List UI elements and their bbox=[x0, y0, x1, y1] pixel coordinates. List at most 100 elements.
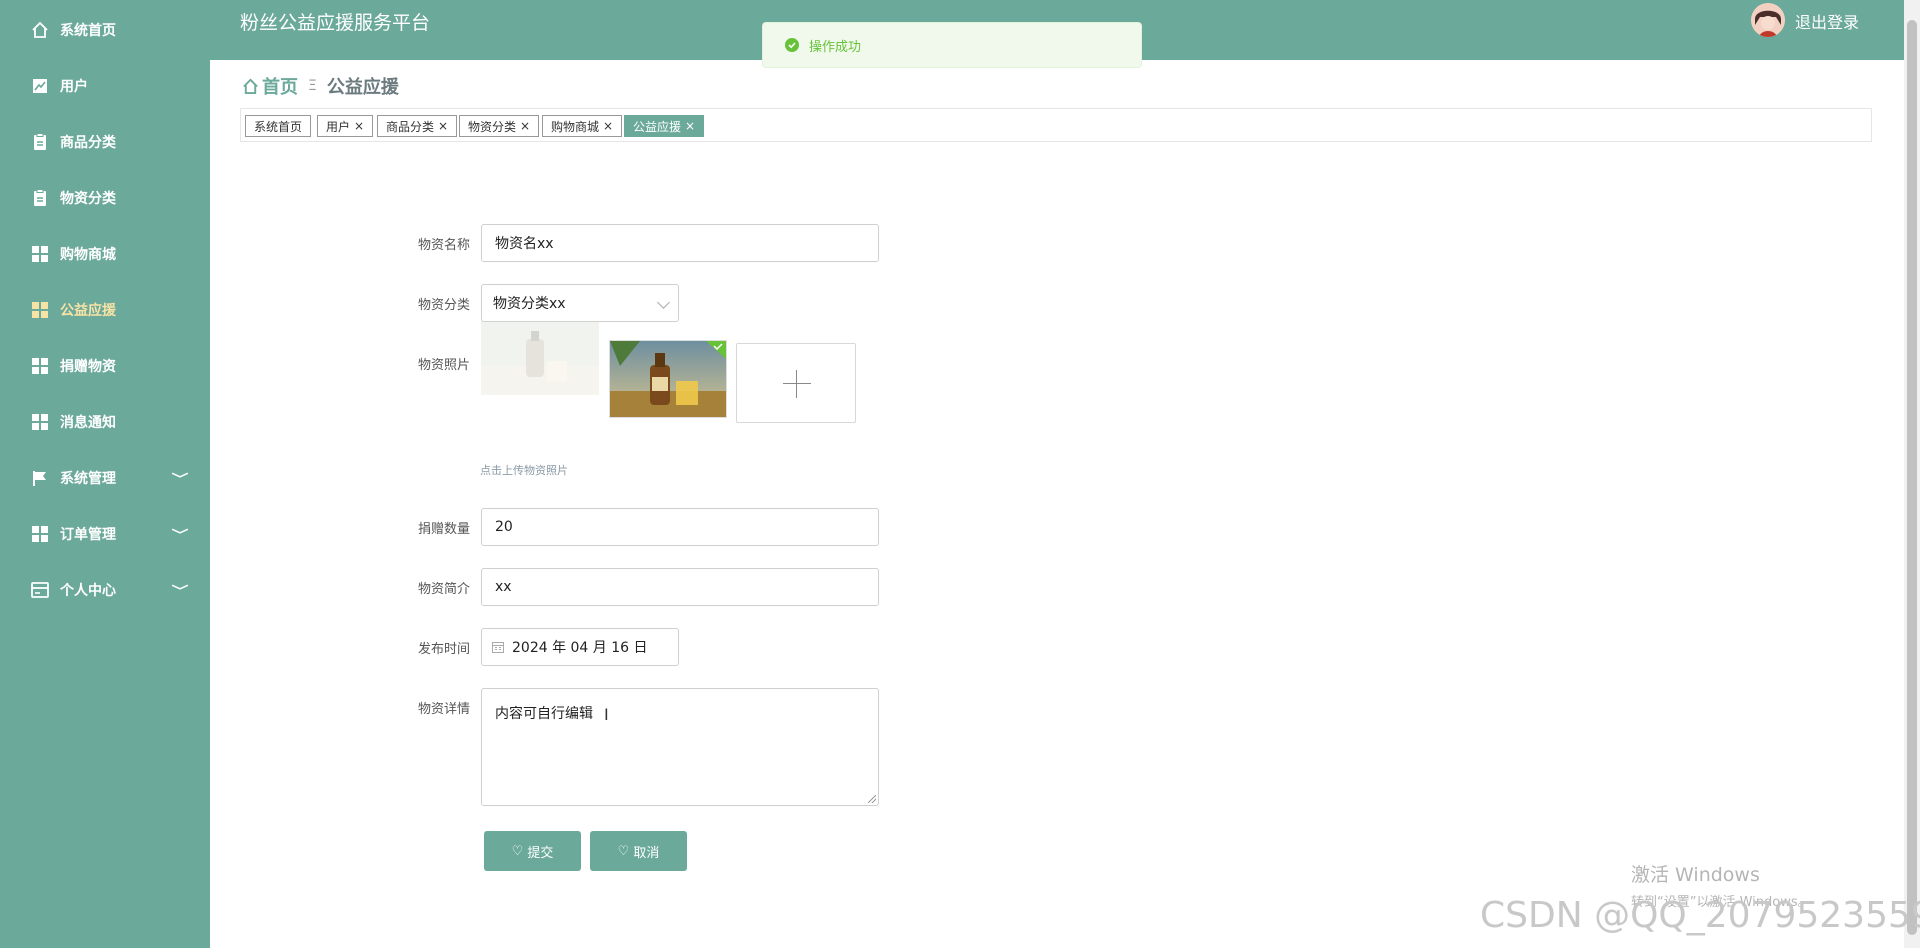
sidebar-item-personal-center[interactable]: 个人中心 ﹀ bbox=[0, 562, 210, 618]
chevron-down-icon: ﹀ bbox=[171, 527, 189, 542]
sidebar-item-donations[interactable]: 捐赠物资 bbox=[0, 338, 210, 394]
heart-icon: ♡ bbox=[511, 843, 524, 859]
grid-icon bbox=[30, 244, 50, 264]
resize-handle[interactable] bbox=[868, 795, 876, 803]
card-icon bbox=[30, 580, 50, 600]
sidebar-item-notifications[interactable]: 消息通知 bbox=[0, 394, 210, 450]
csdn-watermark: CSDN @QQ_2079523559 bbox=[1480, 895, 1920, 936]
tags-view-bar: 系统首页 用户 × 商品分类 × 物资分类 × 购物商城 × 公益应援 × bbox=[240, 108, 1872, 142]
heart-icon: ♡ bbox=[617, 843, 630, 859]
tag-label: 购物商城 bbox=[551, 119, 600, 134]
success-toast: 操作成功 bbox=[762, 22, 1142, 68]
tag-product-category[interactable]: 商品分类 × bbox=[377, 115, 458, 137]
tag-label: 商品分类 bbox=[386, 119, 435, 134]
photo-thumbnail[interactable] bbox=[609, 340, 727, 418]
tag-users[interactable]: 用户 × bbox=[317, 115, 374, 137]
photo-thumbnail-fading[interactable] bbox=[481, 321, 599, 395]
app-title: 粉丝公益应援服务平台 bbox=[240, 12, 431, 34]
sidebar-item-label: 购物商城 bbox=[60, 247, 116, 263]
upload-photo-button[interactable] bbox=[736, 343, 856, 423]
close-icon[interactable]: × bbox=[685, 119, 695, 133]
sidebar-item-label: 消息通知 bbox=[60, 415, 116, 431]
clipboard-icon bbox=[30, 132, 50, 152]
breadcrumb-current: 公益应援 bbox=[326, 77, 399, 98]
toast-message: 操作成功 bbox=[809, 39, 862, 55]
submit-label: 提交 bbox=[527, 845, 554, 861]
logout-button[interactable]: 退出登录 bbox=[1795, 9, 1859, 33]
photo-label: 物资照片 bbox=[417, 358, 470, 373]
tag-label: 系统首页 bbox=[254, 119, 303, 134]
chevron-down-icon: ﹀ bbox=[171, 471, 189, 486]
sidebar-item-charity-support[interactable]: 公益应援 bbox=[0, 282, 210, 338]
grid-icon bbox=[30, 300, 50, 320]
publish-date-picker[interactable]: 2024 年 04 月 16 日 bbox=[481, 628, 679, 666]
tag-label: 用户 bbox=[326, 119, 351, 134]
details-textarea[interactable]: 内容可自行编辑 I bbox=[481, 688, 879, 806]
sidebar-item-label: 用户 bbox=[60, 79, 88, 95]
tag-label: 公益应援 bbox=[633, 119, 682, 134]
check-circle-icon bbox=[785, 38, 799, 52]
sidebar-item-label: 订单管理 bbox=[60, 527, 116, 543]
sidebar-item-home[interactable]: 系统首页 bbox=[0, 2, 210, 58]
sidebar-item-label: 捐赠物资 bbox=[60, 359, 116, 375]
name-input-value: 物资名xx bbox=[495, 236, 554, 252]
breadcrumb: 首页 Ξ 公益应援 bbox=[242, 73, 399, 99]
publish-date-value: 2024 年 04 月 16 日 bbox=[512, 640, 648, 656]
upload-tip: 点击上传物资照片 bbox=[480, 464, 568, 477]
submit-button[interactable]: ♡ 提交 bbox=[484, 831, 581, 871]
scrollbar-thumb[interactable] bbox=[1907, 20, 1917, 935]
sidebar-item-label: 物资分类 bbox=[60, 191, 116, 207]
tag-material-category[interactable]: 物资分类 × bbox=[459, 115, 540, 137]
quantity-input-value: 20 bbox=[495, 519, 513, 535]
close-icon[interactable]: × bbox=[520, 119, 530, 133]
page-scrollbar[interactable] bbox=[1904, 0, 1920, 948]
category-label: 物资分类 bbox=[417, 298, 470, 313]
avatar[interactable] bbox=[1751, 3, 1785, 37]
grid-icon bbox=[30, 412, 50, 432]
name-input[interactable]: 物资名xx bbox=[481, 224, 879, 262]
details-textarea-value: 内容可自行编辑 bbox=[495, 706, 593, 722]
sidebar-item-label: 系统管理 bbox=[60, 471, 116, 487]
home-icon bbox=[242, 78, 259, 95]
intro-input[interactable]: xx bbox=[481, 568, 879, 606]
quantity-label: 捐赠数量 bbox=[417, 522, 470, 537]
close-icon[interactable]: × bbox=[603, 119, 613, 133]
category-select[interactable]: 物资分类xx bbox=[481, 284, 679, 322]
close-icon[interactable]: × bbox=[438, 119, 448, 133]
calendar-icon bbox=[492, 641, 504, 653]
sidebar-item-users[interactable]: 用户 bbox=[0, 58, 210, 114]
sidebar-item-product-category[interactable]: 商品分类 bbox=[0, 114, 210, 170]
intro-label: 物资简介 bbox=[417, 582, 470, 597]
publish-time-label: 发布时间 bbox=[417, 642, 470, 657]
chevron-down-icon bbox=[657, 296, 670, 309]
sidebar-item-label: 个人中心 bbox=[60, 583, 116, 599]
cancel-button[interactable]: ♡ 取消 bbox=[590, 831, 687, 871]
sidebar-item-mall[interactable]: 购物商城 bbox=[0, 226, 210, 282]
clipboard-icon bbox=[30, 188, 50, 208]
sidebar-item-system-management[interactable]: 系统管理 ﹀ bbox=[0, 450, 210, 506]
sidebar-item-order-management[interactable]: 订单管理 ﹀ bbox=[0, 506, 210, 562]
tag-home[interactable]: 系统首页 bbox=[245, 115, 312, 137]
sidebar-item-label: 公益应援 bbox=[60, 303, 116, 319]
close-icon[interactable]: × bbox=[354, 119, 364, 133]
grid-icon bbox=[30, 524, 50, 544]
flag-icon bbox=[30, 468, 50, 488]
sidebar-item-material-category[interactable]: 物资分类 bbox=[0, 170, 210, 226]
intro-input-value: xx bbox=[495, 579, 512, 595]
details-label: 物资详情 bbox=[417, 702, 470, 717]
sidebar-item-label: 系统首页 bbox=[60, 23, 116, 39]
quantity-input[interactable]: 20 bbox=[481, 508, 879, 546]
tag-charity-support[interactable]: 公益应援 × bbox=[624, 115, 705, 137]
windows-activation-title: 激活 Windows bbox=[1631, 864, 1760, 886]
grid-icon bbox=[30, 356, 50, 376]
chevron-down-icon: ﹀ bbox=[171, 583, 189, 598]
home-icon bbox=[30, 20, 50, 40]
tag-label: 物资分类 bbox=[468, 119, 517, 134]
breadcrumb-home-label: 首页 bbox=[262, 77, 298, 98]
tag-mall[interactable]: 购物商城 × bbox=[542, 115, 623, 137]
sidebar-item-label: 商品分类 bbox=[60, 135, 116, 151]
text-cursor-icon: I bbox=[604, 705, 609, 724]
chart-icon bbox=[30, 76, 50, 96]
breadcrumb-home[interactable]: 首页 bbox=[242, 73, 298, 99]
sidebar: 系统首页 用户 商品分类 物资分类 购物商城 公益应援 捐赠物资 消息通知 系统… bbox=[0, 0, 210, 948]
